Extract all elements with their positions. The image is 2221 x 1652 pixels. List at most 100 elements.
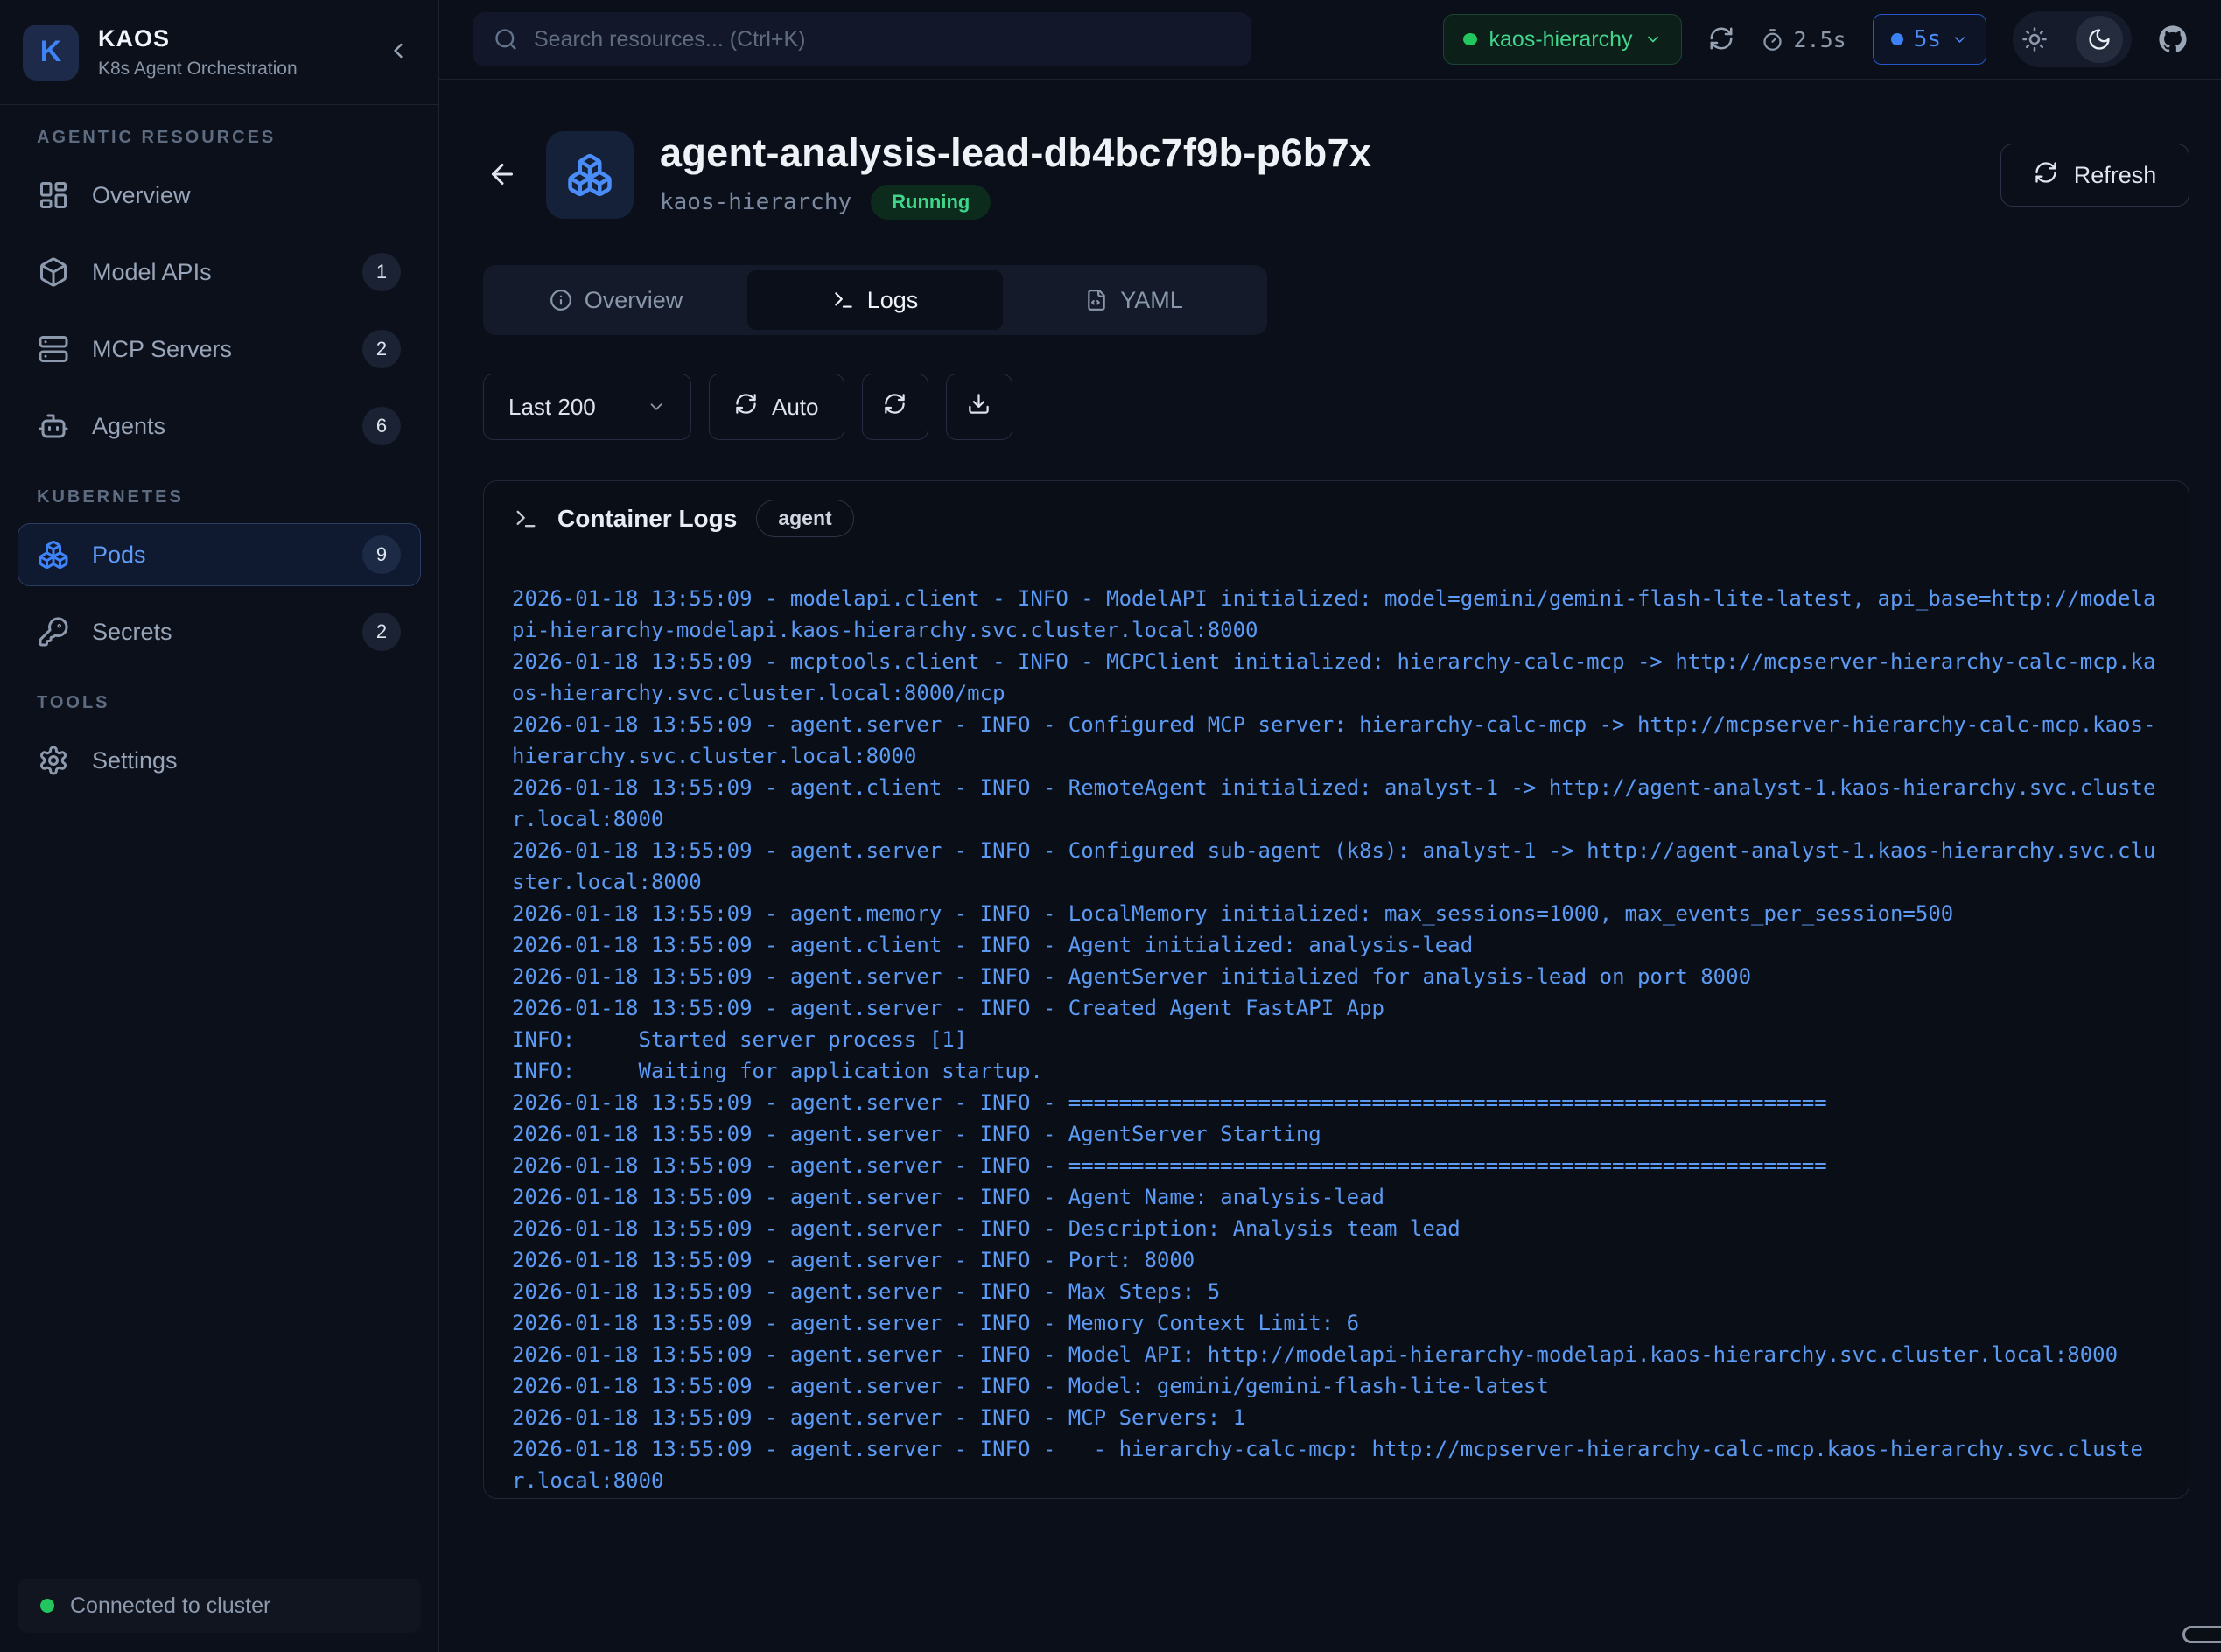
count-badge: 2 (362, 612, 401, 651)
cluster-status-label: Connected to cluster (70, 1593, 270, 1619)
download-icon (967, 392, 991, 422)
theme-toggle (2013, 11, 2132, 67)
sidebar-item-pods[interactable]: Pods9 (18, 523, 421, 586)
server-icon (38, 333, 69, 365)
sidebar-section-label: TOOLS (37, 693, 402, 713)
download-logs-button[interactable] (946, 374, 1012, 440)
log-line: 2026-01-18 13:55:09 - agent.server - INF… (512, 1339, 2161, 1370)
sidebar-nav: AGENTIC RESOURCES Overview Model APIs1 MCP … (0, 105, 438, 1578)
sidebar-item-secrets[interactable]: Secrets 2 (18, 600, 421, 663)
refresh-icon (2034, 160, 2058, 191)
chevron-down-icon (647, 397, 666, 416)
bot-icon (38, 410, 69, 442)
tail-lines-select[interactable]: Last 200 (483, 374, 691, 440)
log-output[interactable]: 2026-01-18 13:55:09 - modelapi.client - … (484, 556, 2189, 1498)
tab-overview[interactable]: Overview (488, 270, 744, 330)
app-subtitle: K8s Agent Orchestration (98, 59, 361, 80)
log-line: 2026-01-18 13:55:09 - agent.server - INF… (512, 1433, 2161, 1496)
log-line: 2026-01-18 13:55:09 - agent.server - INF… (512, 1181, 2161, 1213)
key-icon (38, 616, 69, 648)
sidebar-header: K KAOS K8s Agent Orchestration (0, 0, 438, 105)
dashboard-icon (38, 179, 69, 211)
app-logo-letter: K (40, 35, 62, 69)
tail-lines-label: Last 200 (508, 394, 596, 421)
log-line: INFO: Started server process [1] (512, 1024, 2161, 1055)
auto-refresh-toggle[interactable]: Auto (709, 374, 844, 440)
reload-logs-button[interactable] (862, 374, 928, 440)
namespace-selector[interactable]: kaos-hierarchy (1443, 14, 1683, 65)
chevron-down-icon (1644, 31, 1662, 48)
log-line: INFO: Waiting for application startup. (512, 1055, 2161, 1087)
tab-logs[interactable]: Logs (747, 270, 1003, 330)
status-badge: Running (871, 185, 991, 220)
sidebar-section-label: AGENTIC RESOURCES (37, 128, 402, 148)
container-logs-title: Container Logs (557, 505, 737, 533)
sidebar: K KAOS K8s Agent Orchestration AGENTIC R… (0, 0, 439, 1652)
boxes-icon (566, 151, 613, 199)
log-controls: Last 200 Auto (483, 374, 2189, 440)
log-line: 2026-01-18 13:55:09 - agent.server - INF… (512, 1150, 2161, 1181)
tab-label: Logs (867, 287, 919, 314)
count-badge: 6 (362, 407, 401, 445)
log-line: 2026-01-18 13:55:09 - agent.server - INF… (512, 1244, 2161, 1276)
app-root: K KAOS K8s Agent Orchestration AGENTIC R… (0, 0, 2221, 1652)
sidebar-item-label: Settings (92, 747, 178, 774)
search-icon (494, 27, 518, 52)
horizontal-scrollbar-thumb[interactable] (2182, 1626, 2221, 1643)
tab-label: Overview (585, 287, 683, 314)
tab-yaml[interactable]: YAML (1006, 270, 1262, 330)
back-button[interactable] (483, 156, 522, 194)
light-mode-button[interactable] (2021, 26, 2048, 52)
log-line: 2026-01-18 13:55:09 - agent.server - INF… (512, 1402, 2161, 1433)
container-name-badge[interactable]: agent (756, 500, 853, 537)
log-line: 2026-01-18 13:55:09 - agent.server - INF… (512, 1213, 2161, 1244)
status-dot-icon (40, 1599, 54, 1613)
dark-mode-button[interactable] (2076, 16, 2123, 63)
sidebar-item-label: Secrets (92, 619, 172, 646)
sidebar-item-mcp-servers[interactable]: MCP Servers 2 (18, 318, 421, 381)
log-line: 2026-01-18 13:55:09 - modelapi.client - … (512, 583, 2161, 646)
log-line: 2026-01-18 13:55:09 - agent.client - INF… (512, 772, 2161, 835)
log-line: 2026-01-18 13:55:09 - agent.server - INF… (512, 1087, 2161, 1118)
github-link[interactable] (2158, 24, 2188, 54)
terminal-icon (832, 289, 855, 312)
pod-avatar (546, 131, 634, 219)
tab-label: YAML (1120, 287, 1183, 314)
terminal-icon (514, 507, 538, 531)
sidebar-item-model-apis[interactable]: Model APIs1 (18, 241, 421, 304)
log-line: 2026-01-18 13:55:09 - agent.server - INF… (512, 961, 2161, 992)
refresh-button[interactable]: Refresh (2000, 144, 2189, 206)
log-line: 2026-01-18 13:55:09 - agent.client - INF… (512, 929, 2161, 961)
interval-selector[interactable]: 5s (1873, 14, 1986, 65)
namespace-status-dot-icon (1463, 33, 1477, 46)
sidebar-item-agents[interactable]: Agents6 (18, 395, 421, 458)
count-badge: 9 (362, 536, 401, 574)
detail-tabs: Overview Logs YAML (483, 265, 1267, 335)
boxes-icon (38, 539, 69, 570)
sidebar-section-agentic-resources: AGENTIC RESOURCES Overview Model APIs1 MCP … (18, 128, 421, 458)
chevron-down-icon (1951, 32, 1968, 48)
sidebar-item-overview[interactable]: Overview (18, 164, 421, 227)
refresh-icon (883, 392, 907, 422)
sun-icon (2021, 26, 2048, 52)
search-input[interactable] (534, 27, 1230, 52)
sidebar-collapse-button[interactable] (381, 35, 416, 70)
log-line: 2026-01-18 13:55:09 - agent.server - INF… (512, 709, 2161, 772)
page-content: agent-analysis-lead-db4bc7f9b-p6b7x kaos… (439, 80, 2221, 1652)
pod-namespace: kaos-hierarchy (660, 189, 851, 215)
global-refresh-button[interactable] (1708, 25, 1734, 54)
topbar-right: kaos-hierarchy 2.5s 5s (1443, 11, 2188, 67)
refresh-icon (734, 392, 758, 422)
log-line: 2026-01-18 13:55:09 - agent.server - INF… (512, 1496, 2161, 1498)
log-line: 2026-01-18 13:55:09 - mcptools.client - … (512, 646, 2161, 709)
log-line: 2026-01-18 13:55:09 - agent.server - INF… (512, 992, 2161, 1024)
count-badge: 2 (362, 330, 401, 368)
refresh-icon (1708, 25, 1734, 54)
log-line: 2026-01-18 13:55:09 - agent.memory - INF… (512, 898, 2161, 929)
app-title: KAOS (98, 25, 361, 52)
sidebar-section-tools: TOOLS Settings (18, 693, 421, 792)
sidebar-item-settings[interactable]: Settings (18, 729, 421, 792)
sidebar-item-label: MCP Servers (92, 336, 232, 363)
refresh-timing: 2.5s (1761, 27, 1846, 52)
container-logs-panel: Container Logs agent 2026-01-18 13:55:09… (483, 480, 2189, 1499)
